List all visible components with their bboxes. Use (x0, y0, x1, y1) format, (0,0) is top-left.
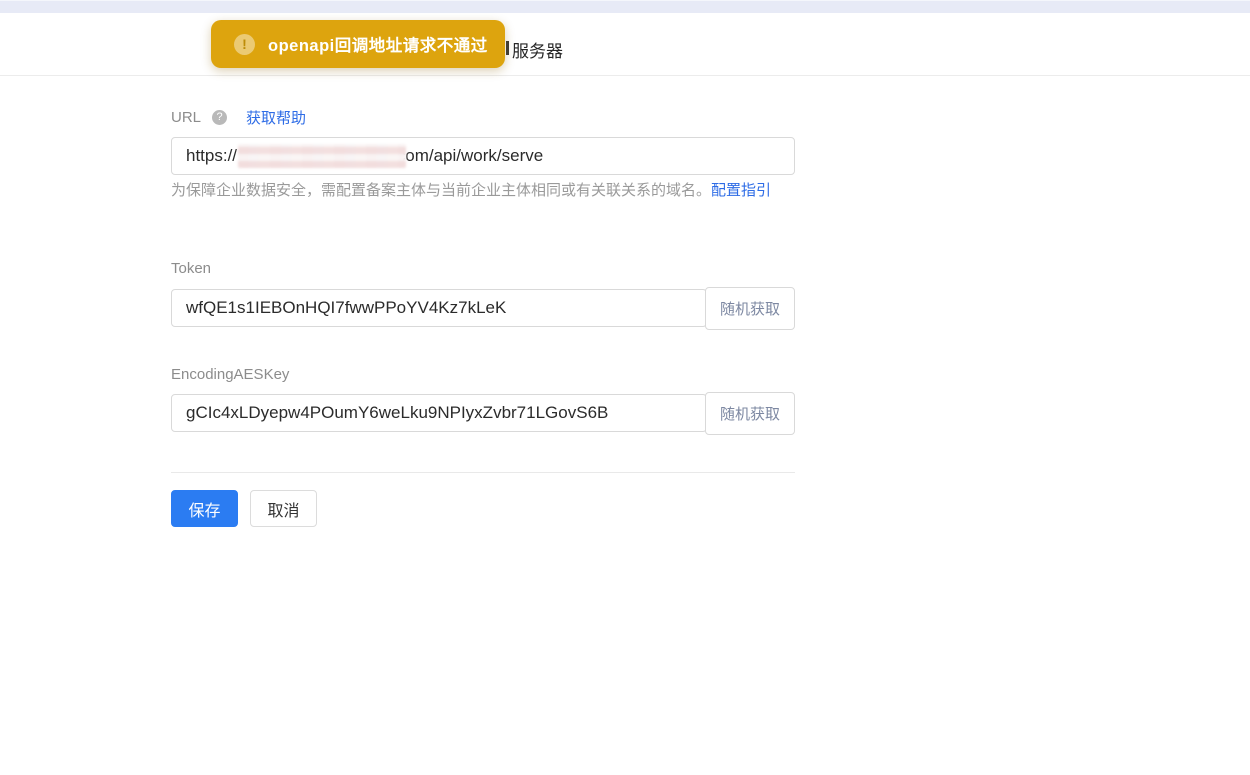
token-input[interactable] (171, 289, 707, 327)
config-guide-link[interactable]: 配置指引 (711, 182, 771, 199)
partially-hidden-title-char (506, 41, 509, 55)
url-label-row: URL ? 获取帮助 (171, 107, 306, 128)
url-field[interactable]: https:// .com/api/work/serve (171, 137, 795, 175)
hint-body: 为保障企业数据安全，需配置备案主体与当前企业主体相同或有关联关系的域名。 (171, 182, 712, 199)
header-divider (0, 75, 1250, 76)
cancel-button[interactable]: 取消 (250, 490, 317, 527)
url-label: URL (171, 109, 202, 126)
app-window: 服务器 ! openapi回调地址请求不通过 URL ? 获取帮助 https:… (0, 0, 1250, 775)
get-help-link[interactable]: 获取帮助 (246, 107, 306, 128)
aes-key-label: EncodingAESKey (171, 366, 290, 383)
aes-random-button[interactable]: 随机获取 (705, 392, 795, 435)
aes-key-input[interactable] (171, 394, 707, 432)
token-random-button[interactable]: 随机获取 (705, 287, 795, 330)
browser-top-strip (0, 0, 1250, 13)
url-value-suffix: .com/api/work/serve (392, 146, 544, 165)
exclamation-icon: ! (234, 33, 255, 55)
url-hint-text: 为保障企业数据安全，需配置备案主体与当前企业主体相同或有关联关系的域名。配置指引 (171, 177, 793, 204)
toast-message: openapi回调地址请求不通过 (268, 37, 488, 55)
page-title: 服务器 (512, 42, 563, 61)
url-value-prefix: https:// (186, 146, 238, 165)
form-divider (171, 472, 795, 473)
question-icon[interactable]: ? (212, 110, 228, 125)
save-button[interactable]: 保存 (171, 490, 238, 527)
error-toast: ! openapi回调地址请求不通过 (211, 20, 505, 68)
token-label: Token (171, 260, 212, 277)
redacted-domain-mosaic (238, 144, 407, 168)
